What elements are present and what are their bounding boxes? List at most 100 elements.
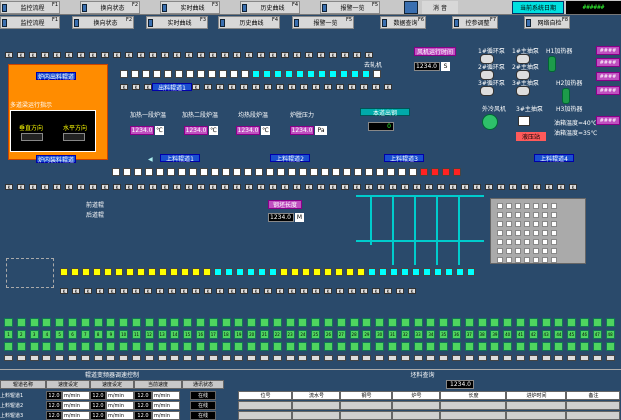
roller-button[interactable] (119, 318, 129, 327)
roller-button[interactable] (106, 342, 116, 351)
roller-button[interactable] (183, 342, 193, 351)
roller-number-button[interactable]: 31 (388, 330, 397, 339)
roller-button[interactable] (68, 318, 77, 327)
roller-number-button[interactable]: 28 (349, 330, 359, 339)
roller-button[interactable] (221, 318, 231, 327)
roller-button[interactable] (528, 318, 538, 327)
roller-button[interactable] (311, 342, 321, 351)
roller-number-button[interactable]: 20 (247, 330, 257, 339)
roller-button[interactable] (580, 318, 589, 327)
roller-button[interactable] (272, 318, 282, 327)
roller-button[interactable] (490, 318, 500, 327)
reversal-state-button-2[interactable]: 换向状态 F2 (72, 16, 134, 29)
roller-button[interactable] (554, 318, 564, 327)
roller-button[interactable] (29, 318, 39, 327)
roller-button[interactable] (170, 318, 180, 327)
realtime-curve-button[interactable]: 实时曲线 F3 (160, 1, 220, 14)
roller-button[interactable] (196, 318, 205, 327)
monitor-flow-button[interactable]: 监控流程 F1 (0, 1, 60, 14)
realtime-curve-button-2[interactable]: 实时曲线 F3 (146, 16, 208, 29)
roller-button[interactable] (362, 342, 372, 351)
roller-button[interactable] (42, 318, 52, 327)
roller-number-button[interactable]: 13 (157, 330, 167, 339)
roller-number-button[interactable]: 17 (208, 330, 218, 339)
roller-button[interactable] (29, 342, 39, 351)
roller-button[interactable] (208, 318, 218, 327)
roller-button[interactable] (567, 342, 577, 351)
roller-button[interactable] (298, 318, 308, 327)
roller-button[interactable] (4, 318, 13, 327)
roller-button[interactable] (208, 342, 218, 351)
roller-number-button[interactable]: 3 (29, 330, 39, 339)
roller-button[interactable] (285, 318, 295, 327)
roller-number-button[interactable]: 37 (464, 330, 474, 339)
roller-number-button[interactable]: 9 (106, 330, 116, 339)
roller-button[interactable] (349, 342, 359, 351)
roller-button[interactable] (93, 342, 103, 351)
roller-button[interactable] (221, 342, 231, 351)
roller-button[interactable] (605, 318, 615, 327)
roller-number-button[interactable]: 30 (375, 330, 385, 339)
roller-number-button[interactable]: 38 (477, 330, 487, 339)
roller-number-button[interactable]: 6 (68, 330, 77, 339)
roller-number-button[interactable]: 44 (554, 330, 564, 339)
roller-button[interactable] (503, 318, 513, 327)
pump-icon-1[interactable] (516, 54, 530, 64)
roller-button[interactable] (439, 318, 449, 327)
roller-button[interactable] (234, 318, 244, 327)
alarm-list-button[interactable]: 报警一览 F5 (320, 1, 380, 14)
roller-button[interactable] (464, 318, 474, 327)
roller-button[interactable] (16, 342, 26, 351)
roller-number-button[interactable]: 32 (400, 330, 410, 339)
roller-number-button[interactable]: 29 (362, 330, 372, 339)
roller-number-button[interactable]: 26 (324, 330, 333, 339)
roller-button[interactable] (388, 318, 397, 327)
network-check-button[interactable]: 网络自检 F8 (524, 16, 570, 29)
roller-button[interactable] (234, 342, 244, 351)
roller-button[interactable] (55, 342, 65, 351)
control-param-button[interactable]: 控参调整 F7 (452, 16, 498, 29)
roller-button[interactable] (119, 342, 129, 351)
fan-icon-3[interactable] (480, 86, 494, 96)
roller-button[interactable] (260, 342, 269, 351)
roller-number-button[interactable]: 7 (80, 330, 90, 339)
data-query-button[interactable]: 数据查询 F6 (380, 16, 426, 29)
roller-button[interactable] (400, 342, 410, 351)
roller-number-button[interactable]: 8 (93, 330, 103, 339)
roller-button[interactable] (4, 342, 13, 351)
roller-button[interactable] (183, 318, 193, 327)
history-curve-button-2[interactable]: 历史曲线 F4 (218, 16, 280, 29)
roller-button[interactable] (80, 318, 90, 327)
roller-button[interactable] (413, 318, 423, 327)
roller-number-button[interactable]: 2 (16, 330, 26, 339)
roller-button[interactable] (42, 342, 52, 351)
roller-button[interactable] (298, 342, 308, 351)
roller-number-button[interactable]: 43 (541, 330, 551, 339)
roller-button[interactable] (144, 342, 154, 351)
pump-icon-3[interactable] (516, 86, 530, 96)
roller-button[interactable] (439, 342, 449, 351)
roller-number-button[interactable]: 10 (119, 330, 129, 339)
roller-button[interactable] (400, 318, 410, 327)
roller-button[interactable] (196, 342, 205, 351)
reversal-state-button[interactable]: 换向状态 F2 (80, 1, 140, 14)
roller-button[interactable] (336, 318, 346, 327)
roller-number-button[interactable]: 42 (528, 330, 538, 339)
roller-number-button[interactable]: 24 (298, 330, 308, 339)
roller-number-button[interactable]: 5 (55, 330, 65, 339)
roller-button[interactable] (388, 342, 397, 351)
pump-icon-2[interactable] (516, 70, 530, 80)
roller-button[interactable] (452, 342, 461, 351)
roller-button[interactable] (580, 342, 589, 351)
roller-button[interactable] (132, 318, 141, 327)
roller-button[interactable] (477, 342, 487, 351)
roller-number-button[interactable]: 4 (42, 330, 52, 339)
roller-number-button[interactable]: 46 (580, 330, 589, 339)
roller-number-button[interactable]: 11 (132, 330, 141, 339)
roller-button[interactable] (106, 318, 116, 327)
roller-button[interactable] (324, 318, 333, 327)
roller-button[interactable] (144, 318, 154, 327)
roller-number-button[interactable]: 35 (439, 330, 449, 339)
roller-button[interactable] (541, 342, 551, 351)
roller-button[interactable] (68, 342, 77, 351)
